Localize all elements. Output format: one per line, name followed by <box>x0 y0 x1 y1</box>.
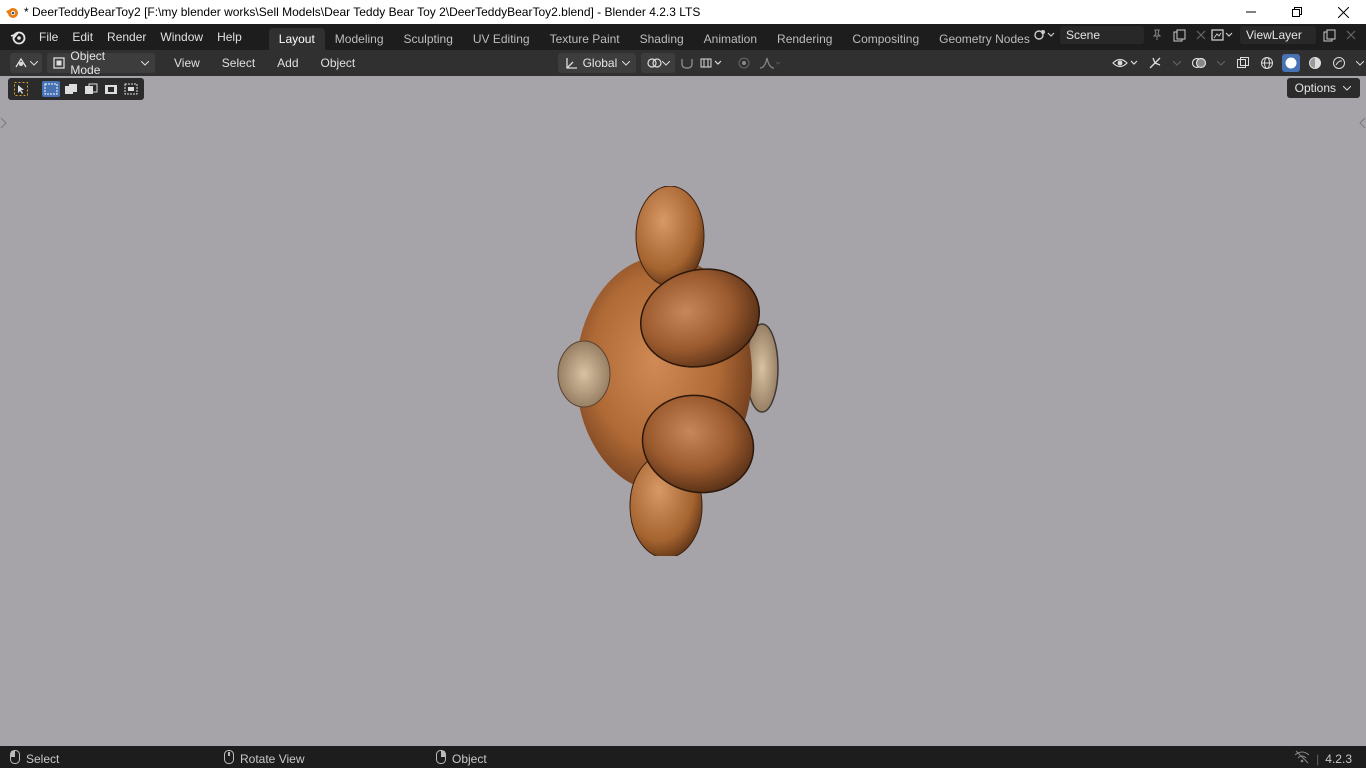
blender-app-icon <box>4 4 20 20</box>
mouse-middle-icon <box>224 750 234 767</box>
menu-edit[interactable]: Edit <box>65 26 100 48</box>
selection-mode-toolbar <box>8 78 144 100</box>
pivot-icon <box>646 54 662 72</box>
status-rotate-label: Rotate View <box>240 751 305 766</box>
viewlayer-selector: ViewLayer <box>1208 26 1360 44</box>
scene-selector: Scene <box>1032 26 1210 44</box>
overlays-dropdown-icon[interactable] <box>1214 54 1228 72</box>
3d-viewport[interactable]: Options <box>0 76 1366 746</box>
proportional-edit-group <box>735 53 783 73</box>
select-intersect-icon[interactable] <box>122 81 140 97</box>
status-rotate-view: Rotate View <box>224 750 304 767</box>
menu-add[interactable]: Add <box>270 56 305 70</box>
orientation-icon <box>563 54 579 72</box>
select-subtract-icon[interactable] <box>82 81 100 97</box>
scene-name-field[interactable]: Scene <box>1060 26 1144 44</box>
status-object: Object <box>436 750 487 767</box>
tab-sculpting[interactable]: Sculpting <box>394 28 463 50</box>
gizmo-dropdown-icon[interactable] <box>1170 54 1184 72</box>
gizmo-icon[interactable] <box>1146 54 1164 72</box>
window-title: * DeerTeddyBearToy2 [F:\my blender works… <box>24 5 701 19</box>
mouse-right-icon <box>436 750 446 767</box>
tab-modeling[interactable]: Modeling <box>325 28 394 50</box>
restore-icon[interactable] <box>1274 0 1320 24</box>
new-scene-icon[interactable] <box>1170 26 1188 44</box>
menu-select[interactable]: Select <box>215 56 262 70</box>
tab-animation[interactable]: Animation <box>694 28 767 50</box>
overlays-icon[interactable] <box>1190 54 1208 72</box>
snap-target-icon[interactable] <box>698 54 726 72</box>
pivot-point-dropdown[interactable] <box>641 53 675 73</box>
tab-uv-editing[interactable]: UV Editing <box>463 28 540 50</box>
tab-geometry-nodes[interactable]: Geometry Nodes <box>929 28 1040 50</box>
3d-viewport-icon <box>13 54 30 72</box>
status-select: Select <box>10 750 59 767</box>
pin-scene-icon[interactable] <box>1148 26 1166 44</box>
rendered-shading-icon[interactable] <box>1330 54 1348 72</box>
delete-viewlayer-icon[interactable] <box>1342 26 1360 44</box>
teddy-bear-model[interactable] <box>540 186 800 556</box>
minimize-icon[interactable] <box>1228 0 1274 24</box>
menu-file[interactable]: File <box>32 26 65 48</box>
blender-logo-icon[interactable] <box>4 24 32 50</box>
options-label: Options <box>1294 81 1336 95</box>
version-label: 4.2.3 <box>1325 751 1352 766</box>
tab-rendering[interactable]: Rendering <box>767 28 842 50</box>
window-titlebar: * DeerTeddyBearToy2 [F:\my blender works… <box>0 0 1366 24</box>
menu-view[interactable]: View <box>167 56 207 70</box>
status-select-label: Select <box>26 751 60 766</box>
editor-type-button[interactable] <box>10 53 42 73</box>
solid-shading-icon[interactable] <box>1282 54 1300 72</box>
status-object-label: Object <box>452 751 487 766</box>
workspace-tabs: Layout Modeling Sculpting UV Editing Tex… <box>268 24 1040 50</box>
transform-orientation-dropdown[interactable]: Global <box>558 53 636 73</box>
version-separator: | <box>1316 751 1320 766</box>
orientation-label: Global <box>582 56 618 70</box>
snap-group <box>678 53 726 73</box>
mode-dropdown[interactable]: Object Mode <box>47 49 155 77</box>
visibility-icon[interactable] <box>1110 54 1140 72</box>
select-new-icon[interactable] <box>42 81 60 97</box>
object-mode-icon <box>52 54 65 72</box>
select-extend-icon[interactable] <box>62 81 80 97</box>
snap-toggle-icon[interactable] <box>678 54 696 72</box>
select-tool-icon[interactable] <box>12 81 30 97</box>
close-icon[interactable] <box>1320 0 1366 24</box>
material-preview-icon[interactable] <box>1306 54 1324 72</box>
mouse-left-icon <box>10 750 20 767</box>
sidebar-expand-icon[interactable] <box>1358 116 1366 133</box>
chevron-down-icon <box>1342 79 1352 97</box>
xray-toggle-icon[interactable] <box>1234 54 1252 72</box>
tab-layout[interactable]: Layout <box>268 28 325 50</box>
tab-compositing[interactable]: Compositing <box>842 28 929 50</box>
tab-shading[interactable]: Shading <box>630 28 694 50</box>
tab-texture-paint[interactable]: Texture Paint <box>540 28 630 50</box>
status-bar: Select Rotate View Object | 4.2.3 <box>0 746 1366 768</box>
viewport-header: Object Mode View Select Add Object Globa… <box>0 49 1366 77</box>
viewlayer-browse-icon[interactable] <box>1208 26 1236 44</box>
new-viewlayer-icon[interactable] <box>1320 26 1338 44</box>
wireframe-shading-icon[interactable] <box>1258 54 1276 72</box>
viewlayer-name-field[interactable]: ViewLayer <box>1240 26 1316 44</box>
blender-topbar: File Edit Render Window Help Layout Mode… <box>0 24 1366 50</box>
menu-object[interactable]: Object <box>314 56 363 70</box>
proportional-edit-icon[interactable] <box>735 54 753 72</box>
options-dropdown[interactable]: Options <box>1286 78 1360 98</box>
toolbar-expand-icon[interactable] <box>0 116 8 133</box>
status-version: | 4.2.3 <box>1294 750 1352 767</box>
select-difference-icon[interactable] <box>102 81 120 97</box>
chevron-down-icon <box>621 54 631 72</box>
network-off-icon <box>1294 750 1310 767</box>
menu-render[interactable]: Render <box>100 26 153 48</box>
chevron-down-icon <box>662 54 670 72</box>
chevron-down-icon <box>140 54 150 72</box>
menu-help[interactable]: Help <box>210 26 249 48</box>
shading-dropdown-icon[interactable] <box>1354 54 1366 72</box>
viewport-right-controls <box>1110 53 1366 73</box>
scene-browse-icon[interactable] <box>1032 26 1056 44</box>
mode-label: Object Mode <box>70 49 106 77</box>
chevron-down-icon <box>30 54 39 72</box>
menu-window[interactable]: Window <box>153 26 210 48</box>
falloff-curve-icon[interactable] <box>757 54 783 72</box>
